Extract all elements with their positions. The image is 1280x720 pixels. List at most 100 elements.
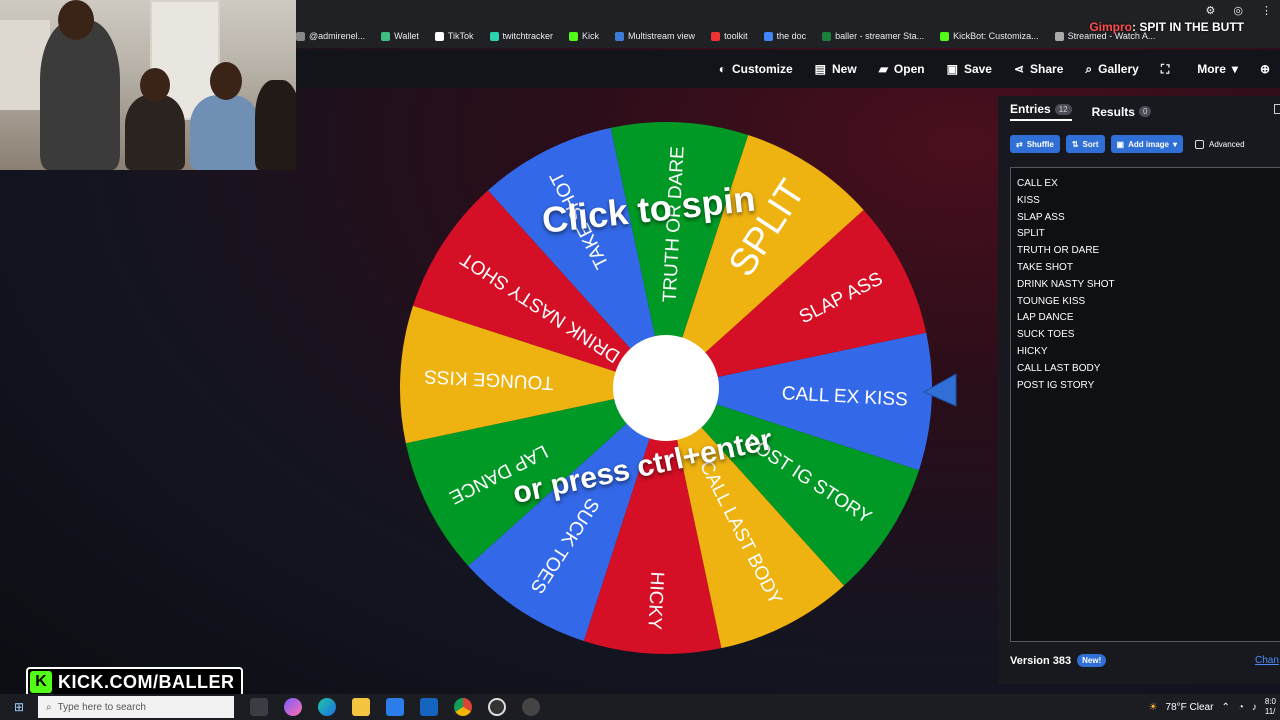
- toolbar-button[interactable]: ▰ Open: [879, 62, 925, 76]
- bookmark-icon: [822, 31, 832, 41]
- shuffle-label: Shuffle: [1026, 139, 1054, 149]
- advanced-checkbox[interactable]: [1195, 139, 1204, 149]
- taskbar-search[interactable]: ⌕ Type here to search: [38, 696, 234, 718]
- add-image-button[interactable]: ▣ Add image ▾: [1110, 135, 1183, 153]
- clock-time: 8:0: [1264, 697, 1276, 706]
- language-icon[interactable]: ⊕: [1260, 62, 1270, 76]
- profile-icon[interactable]: ◎: [1233, 4, 1243, 17]
- bookmark-item[interactable]: TikTok: [434, 31, 474, 41]
- bookmark-item[interactable]: the doc: [763, 31, 806, 41]
- toolbar-button[interactable]: More ▾: [1197, 62, 1238, 76]
- sort-button[interactable]: ⇅ Sort: [1065, 135, 1105, 153]
- results-count-badge: 0: [1138, 106, 1152, 117]
- toolbar-button[interactable]: ▤ New: [815, 62, 857, 76]
- task-view-icon[interactable]: [250, 698, 268, 716]
- kick-logo-icon: K: [30, 671, 52, 693]
- image-icon: ▣: [1116, 139, 1125, 149]
- advanced-toggle[interactable]: Advanced: [1195, 139, 1245, 149]
- toolbar-button[interactable]: ⋖ Share: [1014, 62, 1063, 76]
- advanced-label: Advanced: [1209, 139, 1245, 149]
- toolbar-button[interactable]: ⛶: [1161, 62, 1175, 77]
- bookmark-item[interactable]: Wallet: [381, 31, 419, 41]
- toolbar-label: Share: [1030, 62, 1064, 76]
- clock[interactable]: 8:0 11/: [1265, 697, 1276, 717]
- system-tray: ☀ 78°F Clear ⌃ ◔ ♪ 8:0 11/: [1149, 694, 1276, 720]
- bookmark-icon: [296, 31, 305, 41]
- mail-icon[interactable]: [420, 698, 438, 716]
- palette-icon: ◐: [718, 62, 726, 76]
- wheel-pointer-icon: [922, 373, 957, 407]
- search-icon: ⌕: [46, 701, 52, 713]
- bookmark-label: TikTok: [447, 31, 474, 41]
- toolbar-label: Save: [963, 62, 992, 76]
- overlay-text: : SPIT IN THE BUTT: [1132, 20, 1244, 34]
- bookmark-item[interactable]: KickBot: Customiza...: [940, 31, 1039, 41]
- tab-entries-label: Entries: [1010, 102, 1051, 116]
- wheel-toolbar: ◐ Customize ▤ New ▰ Open ▣ Save ⋖ Share ⌕ Gallery ⛶ M…: [296, 50, 1280, 88]
- bookmark-label: Wallet: [394, 31, 419, 41]
- entry-line: SPLIT: [1017, 228, 1045, 240]
- chevron-down-icon: ▾: [1172, 139, 1177, 149]
- bookmark-item[interactable]: baller - streamer Sta...: [822, 31, 924, 41]
- file-icon: ▤: [814, 62, 826, 76]
- edge-icon[interactable]: [318, 698, 336, 716]
- chrome-icon[interactable]: [454, 698, 472, 716]
- windows-start-icon[interactable]: ⊞: [0, 694, 38, 720]
- shuffle-button[interactable]: ⇄ Shuffle: [1010, 135, 1060, 153]
- entries-textarea[interactable]: CALL EX KISS SLAP ASS SPLIT TRUTH OR DARE TAK…: [1010, 167, 1280, 642]
- bookmark-item[interactable]: twitchtracker: [489, 31, 554, 41]
- toolbar-button[interactable]: ◐ Customize: [719, 62, 793, 76]
- clock-date: 11/: [1264, 707, 1276, 716]
- tab-entries[interactable]: Entries 12: [1010, 102, 1072, 121]
- sort-label: Sort: [1082, 139, 1099, 149]
- entries-count-badge: 12: [1054, 103, 1072, 115]
- entries-actions: ⇄ Shuffle ⇅ Sort ▣ Add image ▾ Advanced: [1010, 135, 1245, 153]
- changelog-link[interactable]: Chan: [1255, 655, 1279, 666]
- tab-results[interactable]: Results 0: [1092, 102, 1152, 121]
- bookmark-label: Multistream view: [628, 31, 696, 41]
- store-icon[interactable]: [386, 698, 404, 716]
- share-icon: ⋖: [1013, 62, 1025, 76]
- bookmark-item[interactable]: toolkit: [711, 31, 748, 41]
- webcam-person: [40, 20, 120, 170]
- taskbar-apps: [250, 698, 540, 716]
- toolbar-label: Gallery: [1098, 62, 1139, 76]
- kick-banner: K KICK.COM/BALLER: [26, 667, 243, 697]
- obs-icon[interactable]: [488, 698, 506, 716]
- extension-icon[interactable]: ⚙: [1206, 4, 1216, 17]
- bookmark-label: @admirenel...: [309, 31, 366, 41]
- weather-icon: ☀: [1148, 701, 1158, 713]
- bookmark-label: twitchtracker: [502, 31, 554, 41]
- overlay-user: Gimpro: [1089, 20, 1132, 34]
- bookmark-item[interactable]: Kick: [569, 31, 599, 41]
- taskbar: ⊞ ⌕ Type here to search ☀ 78°F Clear ⌃ ◔…: [0, 694, 1280, 720]
- tray-chevron-icon[interactable]: ⌃: [1221, 702, 1229, 713]
- network-icon[interactable]: ◔: [1238, 702, 1244, 713]
- bookmark-label: baller - streamer Sta...: [835, 31, 925, 41]
- webcam-head: [140, 68, 170, 102]
- entry-line: DRINK NASTY SHOT: [1017, 278, 1115, 290]
- toolbar-button[interactable]: ⌕ Gallery: [1085, 62, 1138, 77]
- bookmark-label: KickBot: Customiza...: [953, 31, 1039, 41]
- copilot-icon[interactable]: [284, 698, 302, 716]
- app-icon[interactable]: [522, 698, 540, 716]
- file-explorer-icon[interactable]: [352, 698, 370, 716]
- toolbar-label: Open: [893, 62, 925, 76]
- folder-icon: ▰: [878, 62, 888, 76]
- webcam-person: [255, 80, 296, 170]
- bookmark-item[interactable]: Multistream view: [615, 31, 695, 41]
- window-controls: ⚙ ◎ ⋮: [1206, 4, 1272, 17]
- webcam-person: [125, 95, 185, 170]
- collapse-panel-icon[interactable]: [1274, 104, 1280, 114]
- volume-icon[interactable]: ♪: [1252, 702, 1257, 713]
- weather-text: 78°F Clear: [1165, 701, 1214, 713]
- wheel-center[interactable]: [613, 335, 719, 441]
- bookmark-label: Kick: [582, 31, 600, 41]
- webcam-head: [58, 0, 94, 40]
- fullscreen-icon: ⛶: [1160, 61, 1170, 76]
- entry-line: KISS: [1017, 194, 1040, 206]
- bookmark-item[interactable]: @admirenel...: [296, 31, 365, 41]
- settings-icon[interactable]: ⋮: [1261, 4, 1272, 17]
- bookmark-icon: [615, 31, 625, 41]
- toolbar-button[interactable]: ▣ Save: [947, 62, 992, 76]
